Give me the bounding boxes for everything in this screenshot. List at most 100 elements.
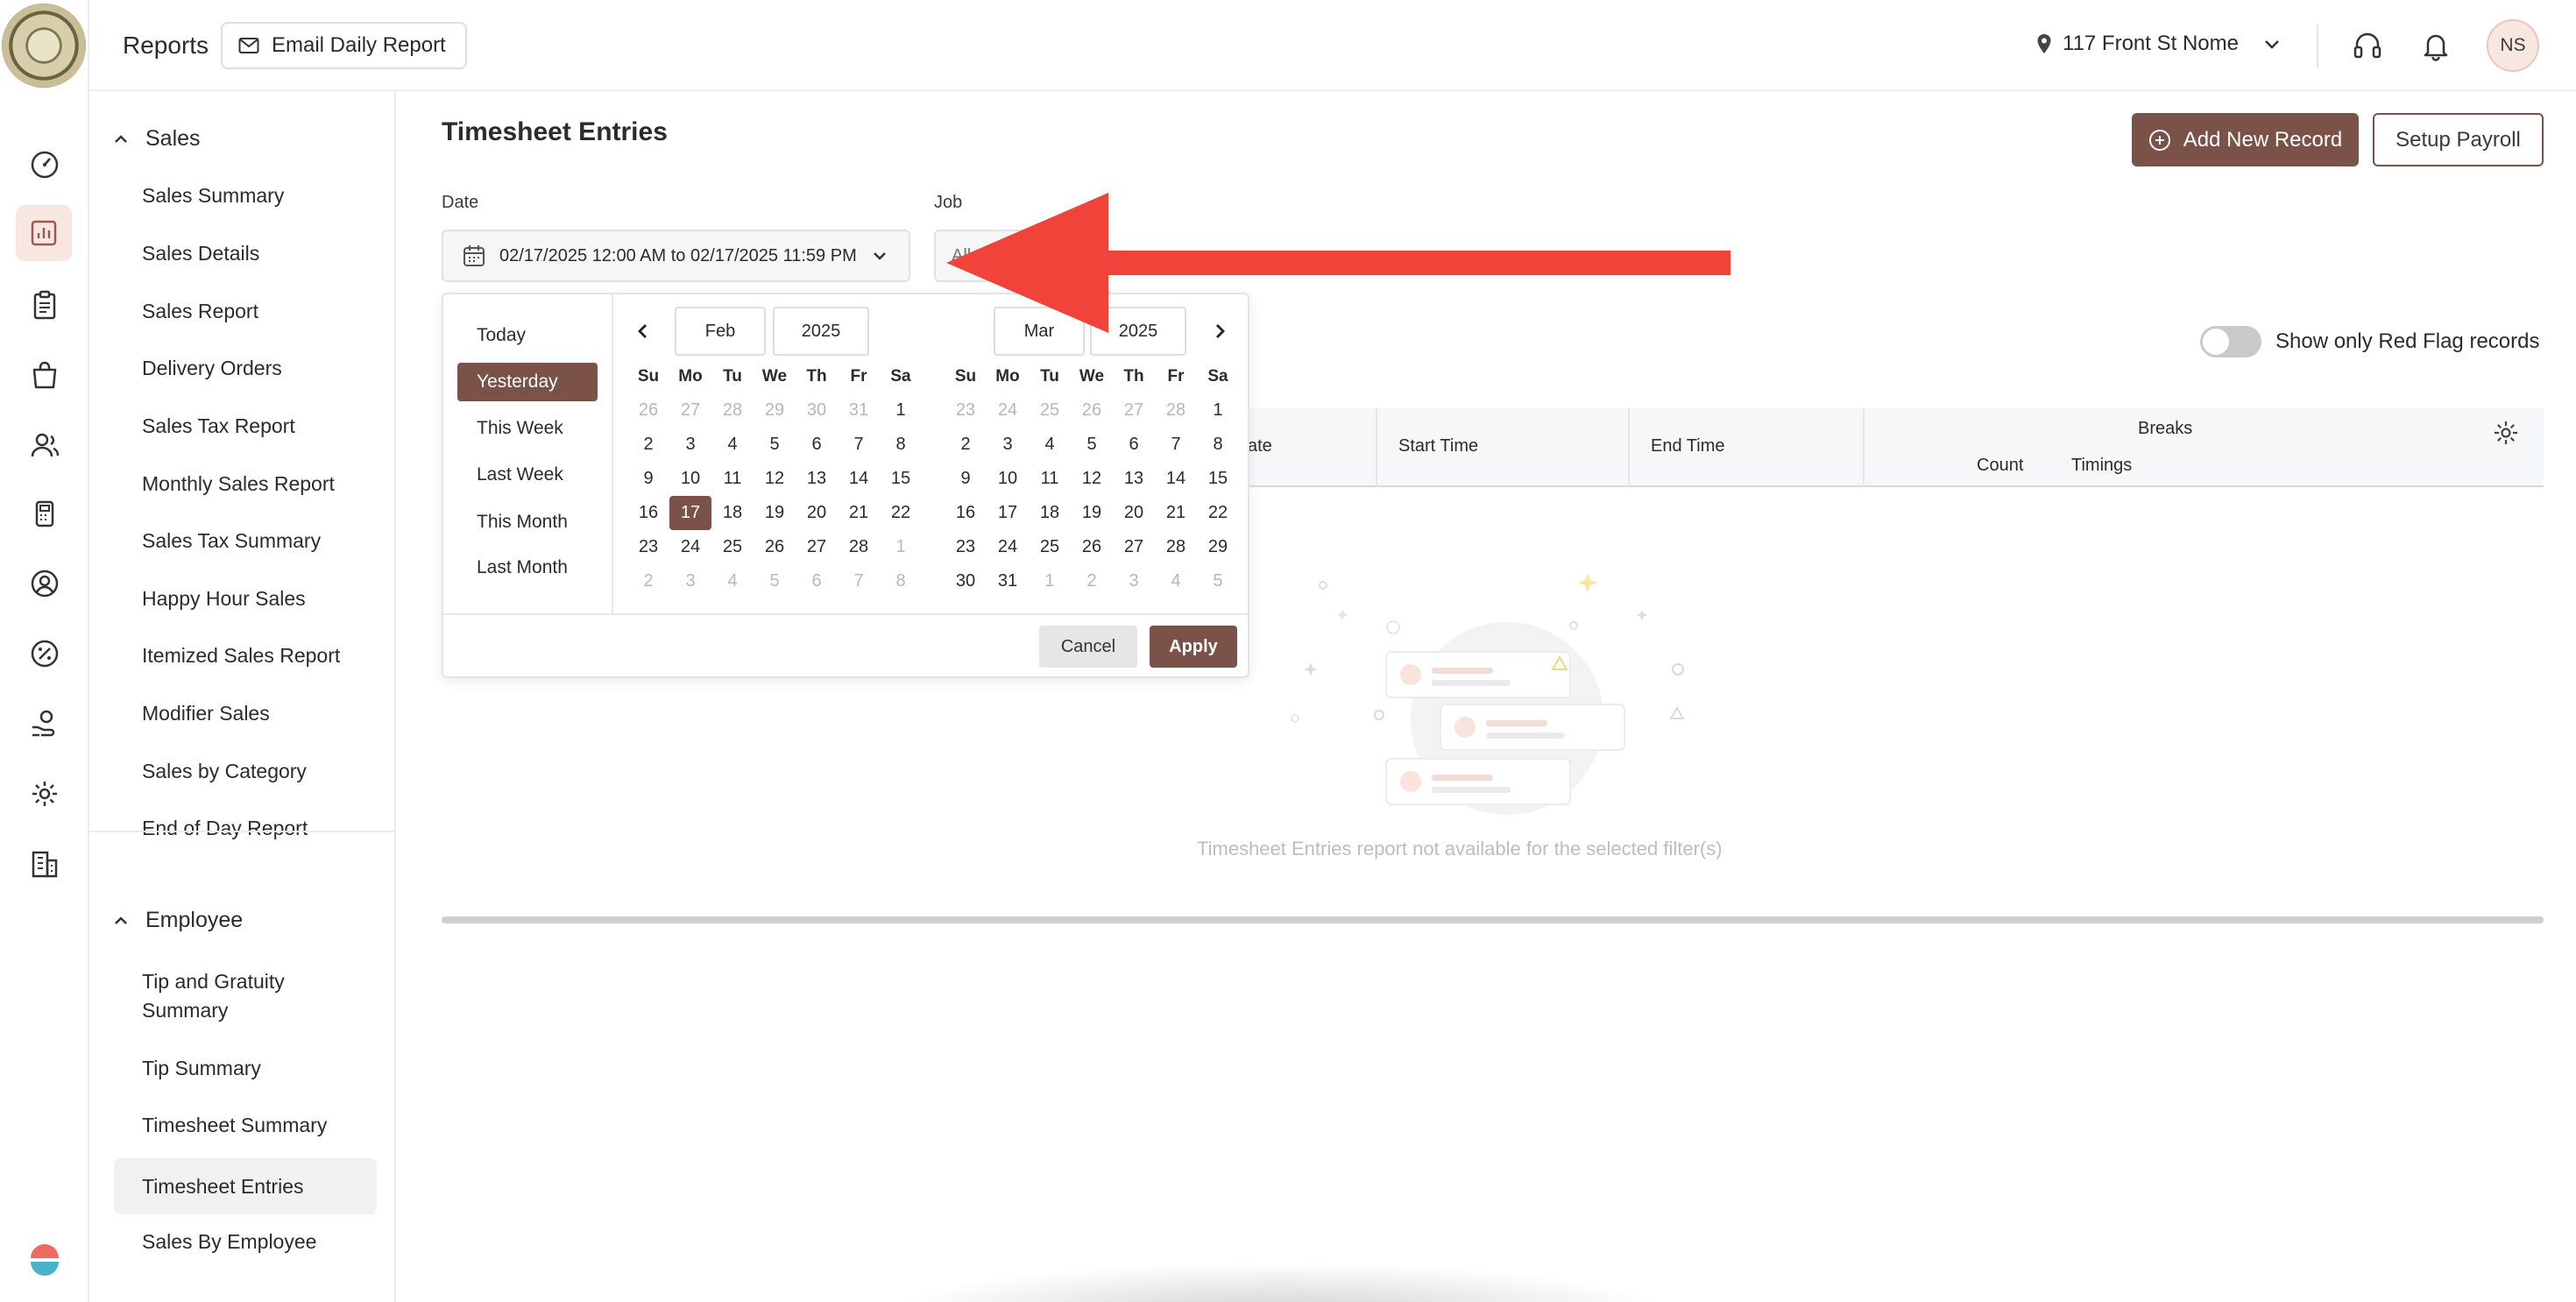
customers-users-icon[interactable] bbox=[27, 428, 62, 463]
sidebar-item-monthly-sales-report[interactable]: Monthly Sales Report bbox=[142, 470, 335, 499]
calendar-day[interactable]: 28 bbox=[1155, 530, 1197, 564]
calendar-day[interactable]: 3 bbox=[669, 564, 711, 598]
calendar-day[interactable]: 23 bbox=[627, 530, 669, 564]
calendar-day[interactable]: 11 bbox=[711, 462, 754, 496]
calendar-day[interactable]: 8 bbox=[880, 428, 922, 462]
calendar-day[interactable]: 25 bbox=[1029, 393, 1071, 428]
calendar-day[interactable]: 31 bbox=[838, 393, 880, 428]
calendar-day[interactable]: 29 bbox=[754, 393, 796, 428]
column-header-end-time[interactable]: End Time bbox=[1651, 436, 1724, 456]
business-building-icon[interactable] bbox=[27, 846, 62, 881]
calendar-day[interactable]: 5 bbox=[754, 564, 796, 598]
brand-logo[interactable] bbox=[0, 0, 89, 91]
calendar-day[interactable]: 9 bbox=[627, 462, 669, 496]
support-headset-icon[interactable] bbox=[2350, 28, 2385, 63]
calendar-day[interactable]: 5 bbox=[1197, 564, 1239, 598]
calendar-day[interactable]: 19 bbox=[1071, 496, 1113, 530]
sidebar-item-timesheet-summary[interactable]: Timesheet Summary bbox=[142, 1111, 327, 1140]
calendar-day[interactable]: 24 bbox=[987, 393, 1029, 428]
calendar-day[interactable]: 21 bbox=[838, 496, 880, 530]
column-header-breaks-count[interactable]: Count bbox=[1977, 456, 2023, 476]
calendar-day[interactable]: 17 bbox=[987, 496, 1029, 530]
sidebar-item-modifier-sales[interactable]: Modifier Sales bbox=[142, 699, 270, 728]
calendar-day[interactable]: 20 bbox=[796, 496, 838, 530]
settings-gear-icon[interactable] bbox=[27, 776, 62, 811]
calendar-day[interactable]: 23 bbox=[945, 393, 987, 428]
calendar-day[interactable]: 2 bbox=[1071, 564, 1113, 598]
preset-this-week[interactable]: This Week bbox=[457, 409, 598, 448]
calendar-day[interactable]: 16 bbox=[945, 496, 987, 530]
calendar-day[interactable]: 21 bbox=[1155, 496, 1197, 530]
sidebar-item-tip-summary[interactable]: Tip Summary bbox=[142, 1054, 261, 1083]
calendar-day[interactable]: 16 bbox=[627, 496, 669, 530]
sidebar-item-itemized-sales-report[interactable]: Itemized Sales Report bbox=[142, 641, 340, 670]
calendar-day[interactable]: 4 bbox=[1029, 428, 1071, 462]
calendar-day[interactable]: 19 bbox=[754, 496, 796, 530]
employee-group-toggle[interactable]: Employee bbox=[112, 908, 243, 933]
calendar-day[interactable]: 18 bbox=[1029, 496, 1071, 530]
date-range-input[interactable]: 02/17/2025 12:00 AM to 02/17/2025 11:59 … bbox=[442, 230, 910, 282]
calendar-day[interactable]: 31 bbox=[987, 564, 1029, 598]
calendar-day[interactable]: 25 bbox=[711, 530, 754, 564]
sidebar-item-timesheet-entries[interactable]: Timesheet Entries bbox=[114, 1158, 377, 1214]
sidebar-item-tip-and-gratuity-summary[interactable]: Tip and Gratuity Summary bbox=[142, 967, 352, 1025]
previous-month-chevron-left-icon[interactable] bbox=[631, 319, 655, 343]
calendar-day[interactable]: 8 bbox=[1197, 428, 1239, 462]
calendar-day[interactable]: 20 bbox=[1113, 496, 1155, 530]
calendar-day[interactable]: 28 bbox=[1155, 393, 1197, 428]
calendar-day[interactable]: 7 bbox=[838, 564, 880, 598]
add-new-record-button[interactable]: Add New Record bbox=[2132, 113, 2359, 166]
preset-this-month[interactable]: This Month bbox=[457, 503, 598, 541]
calendar-day[interactable]: 4 bbox=[1155, 564, 1197, 598]
dashboard-gauge-icon[interactable] bbox=[27, 147, 62, 182]
calendar-day[interactable]: 3 bbox=[1113, 564, 1155, 598]
sidebar-item-delivery-orders[interactable]: Delivery Orders bbox=[142, 354, 282, 383]
calendar-day[interactable]: 9 bbox=[945, 462, 987, 496]
calendar-day[interactable]: 3 bbox=[987, 428, 1029, 462]
calendar-day[interactable]: 26 bbox=[754, 530, 796, 564]
cancel-button[interactable]: Cancel bbox=[1039, 626, 1137, 668]
calendar-day[interactable]: 17 bbox=[669, 496, 711, 530]
calendar-day[interactable]: 10 bbox=[987, 462, 1029, 496]
notification-bell-icon[interactable] bbox=[2418, 28, 2453, 63]
calendar-day[interactable]: 3 bbox=[669, 428, 711, 462]
calendar-day[interactable]: 1 bbox=[880, 393, 922, 428]
calendar-day[interactable]: 2 bbox=[627, 564, 669, 598]
calendar-day[interactable]: 24 bbox=[987, 530, 1029, 564]
calendar-day[interactable]: 14 bbox=[838, 462, 880, 496]
calendar-day[interactable]: 26 bbox=[1071, 393, 1113, 428]
column-header-breaks-timings[interactable]: Timings bbox=[2071, 456, 2132, 476]
calendar-day[interactable]: 27 bbox=[1113, 530, 1155, 564]
location-selector[interactable]: 117 Front St Nome bbox=[2036, 32, 2282, 56]
preset-last-month[interactable]: Last Month bbox=[457, 548, 598, 587]
calendar-day[interactable]: 30 bbox=[945, 564, 987, 598]
calendar-day[interactable]: 10 bbox=[669, 462, 711, 496]
left-month-select[interactable]: Feb bbox=[675, 307, 766, 356]
calendar-day[interactable]: 24 bbox=[669, 530, 711, 564]
calendar-day[interactable]: 27 bbox=[1113, 393, 1155, 428]
calendar-day[interactable]: 11 bbox=[1029, 462, 1071, 496]
calendar-day[interactable]: 23 bbox=[945, 530, 987, 564]
table-settings-gear-icon[interactable] bbox=[2488, 415, 2523, 450]
calendar-day[interactable]: 15 bbox=[1197, 462, 1239, 496]
calendar-day[interactable]: 1 bbox=[1029, 564, 1071, 598]
account-circle-icon[interactable] bbox=[27, 566, 62, 601]
preset-last-week[interactable]: Last Week bbox=[457, 456, 598, 494]
calendar-day[interactable]: 6 bbox=[796, 564, 838, 598]
shopping-bag-icon[interactable] bbox=[27, 357, 62, 393]
discount-badge-icon[interactable] bbox=[27, 636, 62, 671]
calendar-day[interactable]: 27 bbox=[796, 530, 838, 564]
calendar-day[interactable]: 5 bbox=[754, 428, 796, 462]
calendar-day[interactable]: 2 bbox=[945, 428, 987, 462]
pos-terminal-icon[interactable] bbox=[27, 496, 62, 531]
setup-payroll-button[interactable]: Setup Payroll bbox=[2373, 113, 2544, 166]
reports-chart-icon[interactable] bbox=[16, 205, 72, 261]
calendar-day[interactable]: 2 bbox=[627, 428, 669, 462]
email-daily-report-button[interactable]: Email Daily Report bbox=[221, 22, 467, 69]
calendar-day[interactable]: 26 bbox=[627, 393, 669, 428]
calendar-day[interactable]: 15 bbox=[880, 462, 922, 496]
orders-clipboard-icon[interactable] bbox=[27, 287, 62, 322]
calendar-day[interactable]: 30 bbox=[796, 393, 838, 428]
calendar-day[interactable]: 13 bbox=[796, 462, 838, 496]
calendar-day[interactable]: 4 bbox=[711, 428, 754, 462]
